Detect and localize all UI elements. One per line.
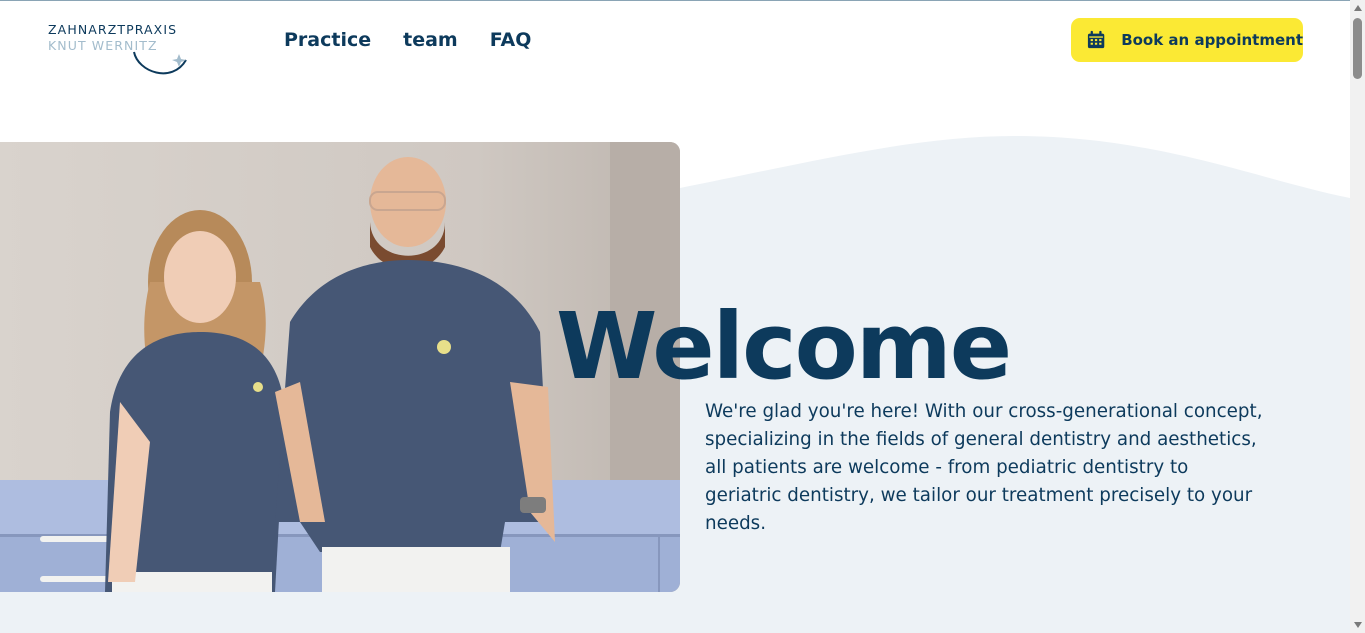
welcome-heading: Welcome [556, 293, 1012, 400]
nav-team[interactable]: team [403, 29, 458, 51]
intro-paragraph: We're glad you're here! With our cross-g… [705, 401, 1263, 534]
book-appointment-label: Book an appointment [1121, 31, 1303, 49]
page-scrollbar[interactable] [1350, 0, 1365, 633]
scroll-down-arrow-icon[interactable] [1354, 622, 1362, 628]
logo-line-1: ZAHNARZTPRAXIS [48, 22, 178, 37]
page: ZAHNARZTPRAXIS KNUT WERNITZ Practice tea… [0, 0, 1365, 633]
main-nav: Practice team FAQ [284, 29, 531, 51]
book-appointment-button[interactable]: Book an appointment [1071, 18, 1303, 62]
logo-smile-icon [133, 51, 187, 75]
top-divider [0, 0, 1350, 1]
nav-practice[interactable]: Practice [284, 29, 371, 51]
scroll-up-arrow-icon[interactable] [1354, 5, 1362, 11]
scrollbar-thumb[interactable] [1353, 18, 1362, 79]
calendar-icon [1087, 30, 1105, 49]
nav-faq[interactable]: FAQ [490, 29, 532, 51]
practice-logo[interactable]: ZAHNARZTPRAXIS KNUT WERNITZ [48, 22, 193, 84]
